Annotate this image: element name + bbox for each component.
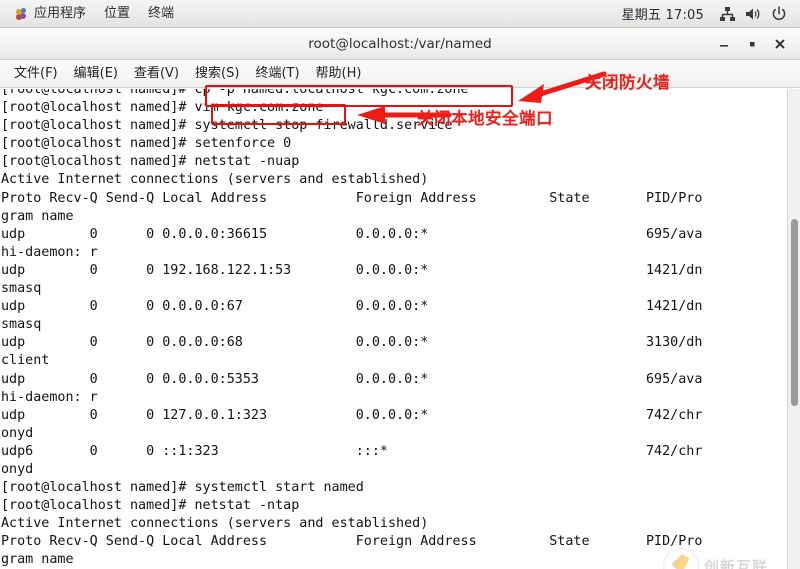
- power-icon[interactable]: [766, 4, 792, 24]
- panel-left-group: 应用程序 位置 终端: [0, 4, 183, 24]
- watermark-text: 创新互联: [704, 557, 769, 569]
- terminal-line: udp 0 0 0.0.0.0:68 0.0.0.0:* 3130/dh: [1, 335, 703, 351]
- menu-terminal-panel-label: 终端: [148, 6, 175, 21]
- menu-file[interactable]: 文件(F): [6, 64, 66, 83]
- terminal-line: hi-daemon: r: [1, 244, 98, 260]
- menu-terminal[interactable]: 终端(T): [247, 64, 307, 83]
- terminal-line: [root@localhost named]# netstat -ntap: [1, 498, 300, 514]
- terminal-line: smasq: [1, 317, 42, 333]
- terminal-line: udp 0 0 192.168.122.1:53 0.0.0.0:* 1421/…: [1, 262, 703, 278]
- menu-terminal-panel[interactable]: 终端: [139, 4, 183, 23]
- terminal-line: gram name: [1, 552, 74, 568]
- window-title: root@localhost:/var/named: [308, 35, 492, 52]
- panel-clock[interactable]: 星期五 17:05: [622, 4, 714, 23]
- terminal-line: [root@localhost named]# vim kgc.com.zone: [1, 100, 324, 116]
- menu-bar: 文件(F) 编辑(E) 查看(V) 搜索(S) 终端(T) 帮助(H): [0, 60, 800, 88]
- terminal-line: udp 0 0 0.0.0.0:67 0.0.0.0:* 1421/dn: [1, 299, 703, 315]
- watermark: 创新互联: [663, 543, 800, 569]
- menu-view[interactable]: 查看(V): [126, 64, 187, 83]
- window-titlebar[interactable]: root@localhost:/var/named: [0, 28, 800, 60]
- terminal-line: [root@localhost named]# setenforce 0: [1, 136, 292, 152]
- menu-edit[interactable]: 编辑(E): [66, 64, 126, 83]
- terminal-line: [root@localhost named]# systemctl stop f…: [1, 118, 453, 134]
- menu-places[interactable]: 位置: [95, 4, 139, 23]
- terminal-line: hi-daemon: r: [1, 389, 98, 405]
- top-panel: 应用程序 位置 终端 星期五 17:05: [0, 0, 800, 28]
- terminal-line: [root@localhost named]# cp -p named.loca…: [1, 89, 469, 97]
- window-buttons: [710, 28, 794, 60]
- menu-search[interactable]: 搜索(S): [187, 64, 247, 83]
- terminal-line: smasq: [1, 281, 42, 297]
- menu-help[interactable]: 帮助(H): [308, 64, 370, 83]
- panel-right-group: 星期五 17:05: [622, 4, 800, 24]
- applications-icon: [15, 7, 29, 21]
- terminal-text: [root@localhost named]# cp -p named.loca…: [1, 89, 702, 569]
- maximize-button[interactable]: [738, 31, 766, 57]
- terminal-output-area[interactable]: [root@localhost named]# cp -p named.loca…: [0, 89, 800, 569]
- terminal-line: Proto Recv-Q Send-Q Local Address Foreig…: [1, 534, 703, 550]
- menu-applications-label: 应用程序: [34, 6, 87, 21]
- terminal-line: client: [1, 353, 50, 369]
- menu-applications[interactable]: 应用程序: [6, 4, 95, 24]
- terminal-line: udp 0 0 0.0.0.0:5353 0.0.0.0:* 695/ava: [1, 371, 703, 387]
- watermark-logo-icon: [663, 548, 699, 569]
- terminal-window: root@localhost:/var/named 文件(F) 编辑(E) 查看…: [0, 28, 800, 569]
- network-icon[interactable]: [714, 4, 740, 24]
- terminal-line: Proto Recv-Q Send-Q Local Address Foreig…: [1, 190, 703, 206]
- terminal-line: udp 0 0 127.0.0.1:323 0.0.0.0:* 742/chr: [1, 407, 703, 423]
- terminal-line: Active Internet connections (servers and…: [1, 516, 429, 532]
- terminal-line: onyd: [1, 461, 34, 477]
- terminal-line: udp6 0 0 ::1:323 :::* 742/chr: [1, 443, 703, 459]
- terminal-line: Active Internet connections (servers and…: [1, 172, 429, 188]
- minimize-button[interactable]: [710, 31, 738, 57]
- volume-icon[interactable]: [740, 4, 766, 24]
- terminal-line: gram name: [1, 208, 74, 224]
- terminal-line: [root@localhost named]# systemctl start …: [1, 480, 364, 496]
- scrollbar-thumb[interactable]: [791, 218, 798, 406]
- terminal-line: [root@localhost named]# netstat -nuap: [1, 154, 300, 170]
- terminal-line: onyd: [1, 425, 34, 441]
- close-button[interactable]: [766, 31, 794, 57]
- menu-places-label: 位置: [104, 6, 131, 21]
- terminal-line: udp 0 0 0.0.0.0:36615 0.0.0.0:* 695/ava: [1, 226, 703, 242]
- terminal-scrollbar[interactable]: [787, 89, 800, 569]
- desktop-screen: 应用程序 位置 终端 星期五 17:05 root@localhost:/var…: [0, 0, 800, 569]
